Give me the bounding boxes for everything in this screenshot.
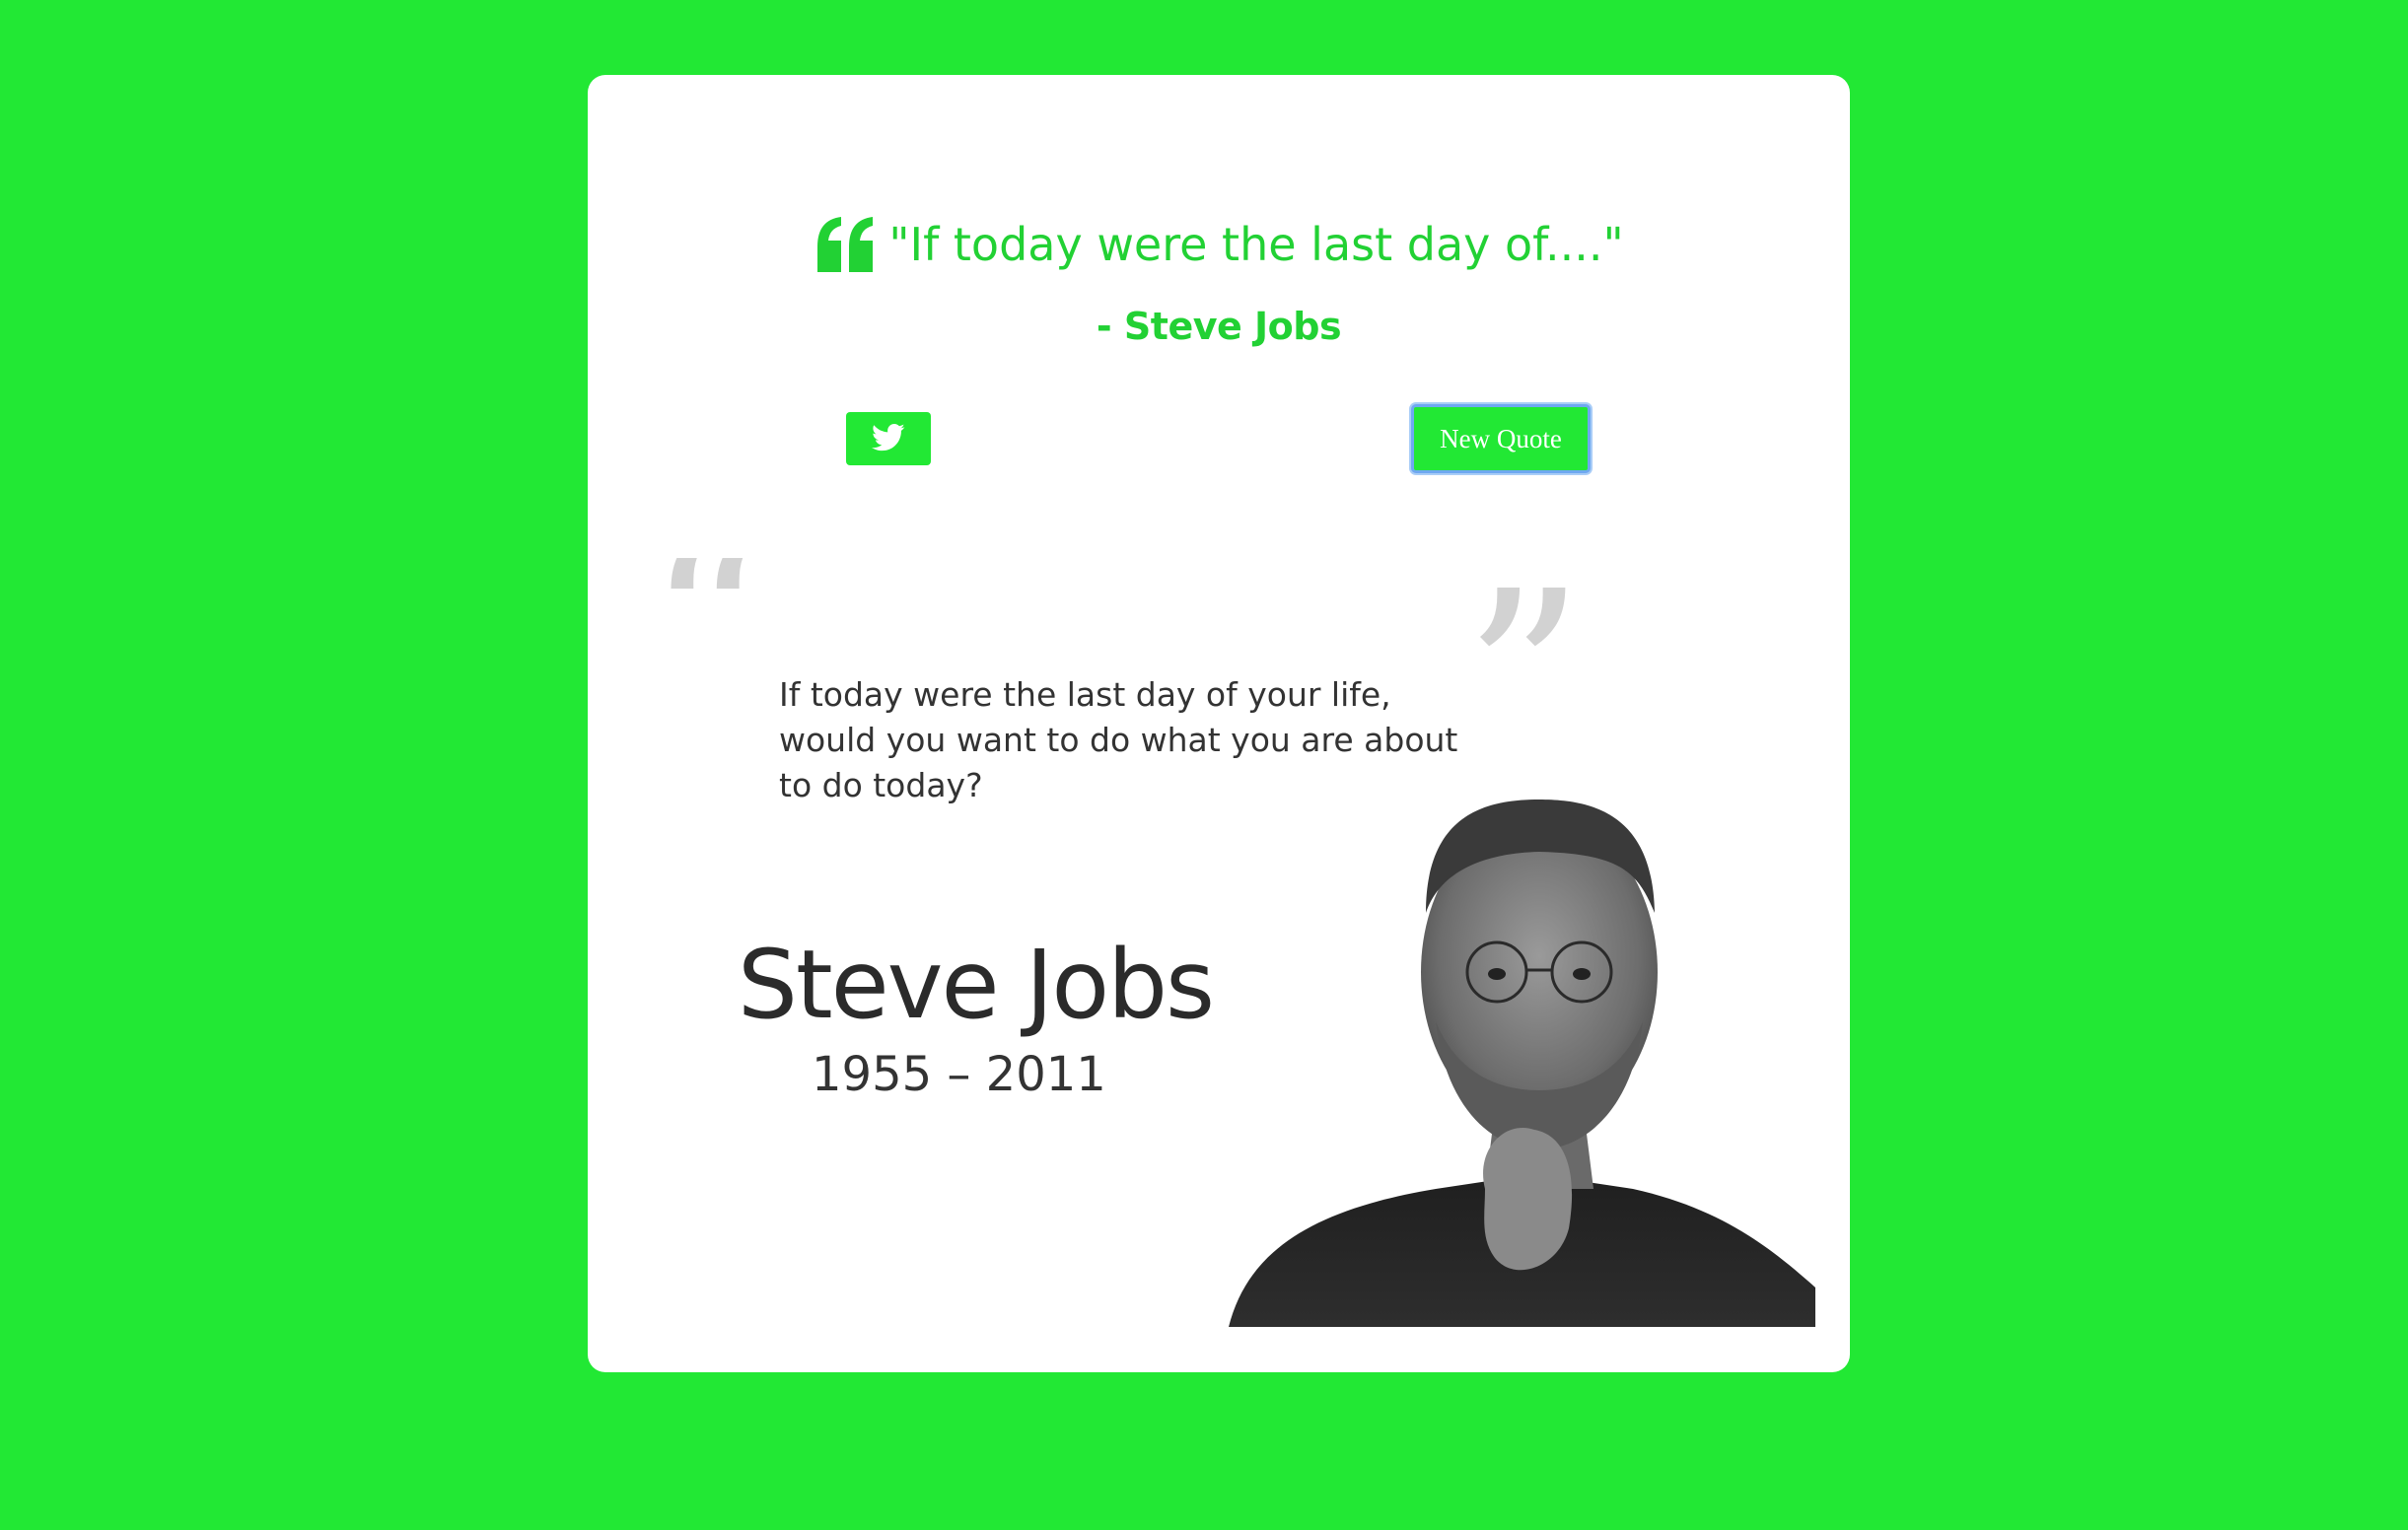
poster-quote-line: If today were the last day of your life, [779,675,1391,714]
twitter-icon [872,423,905,455]
steve-jobs-poster-image: “ ” If today were the last day of your l… [647,558,1815,1327]
quote-card: "If today were the last day of...." - St… [588,75,1850,1372]
poster-years: 1955 – 2011 [812,1047,1106,1102]
quote-left-icon [814,217,877,272]
quote-text: "If today were the last day of...." [888,218,1624,271]
tweet-quote-button[interactable] [846,412,931,465]
new-quote-button[interactable]: New Quote [1411,404,1591,473]
poster-quote: If today were the last day of your life,… [779,672,1489,808]
poster-quote-line: to do today? [779,766,983,804]
quote-row: "If today were the last day of...." [588,215,1850,274]
poster-open-quote-mark: “ [647,558,768,762]
poster-name: Steve Jobs [738,930,1215,1040]
quote-author: - Steve Jobs [1096,305,1342,348]
poster-quote-line: would you want to do what you are about [779,721,1458,759]
